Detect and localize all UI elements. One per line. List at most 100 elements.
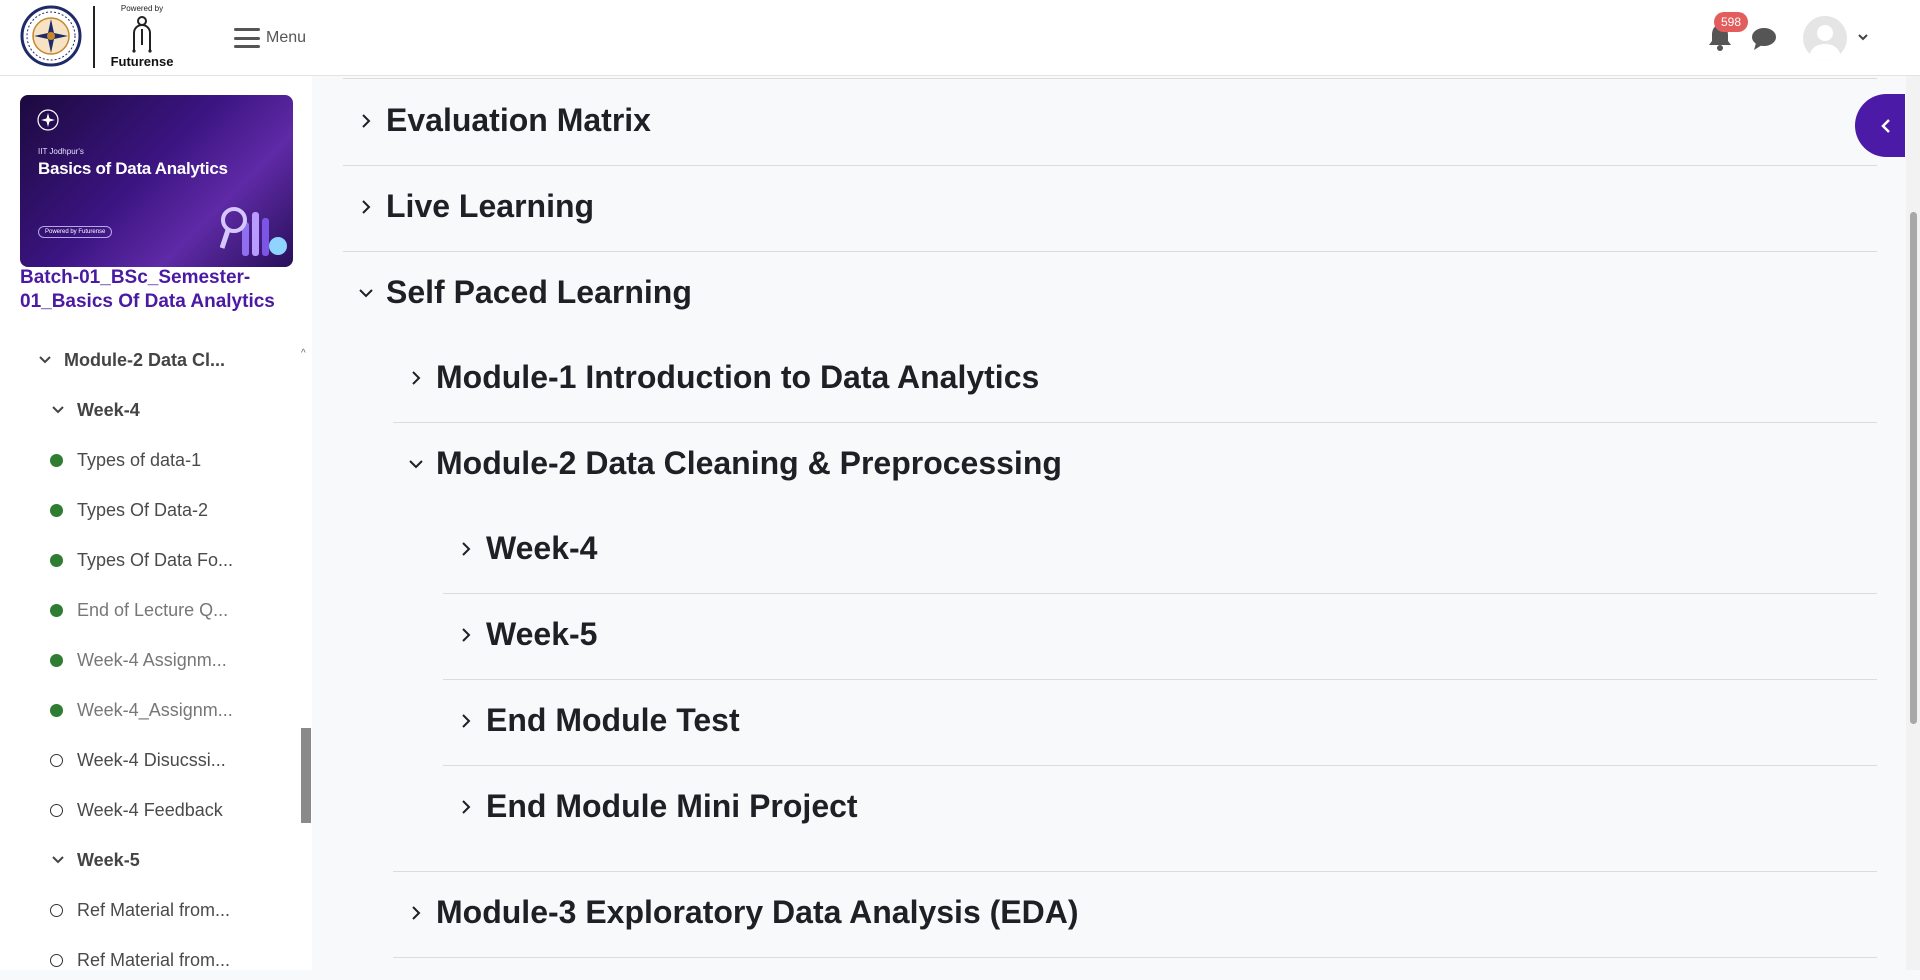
- sidebar-scroll-up-arrow[interactable]: ^: [301, 348, 306, 359]
- chevron-right-icon: [462, 799, 471, 814]
- completed-dot-icon: [50, 453, 63, 467]
- section-title: End Module Mini Project: [486, 788, 858, 824]
- sidebar-item-label: Week-4_Assignm...: [77, 699, 233, 720]
- section-live-learning[interactable]: Live Learning: [356, 188, 594, 225]
- sidebar-item-label: Week-4 Assignm...: [77, 649, 227, 670]
- sidebar-item-label: Module-2 Data Cl...: [64, 349, 226, 370]
- sidebar-item-module-2[interactable]: Module-2 Data Cl...: [0, 340, 300, 380]
- incomplete-circle-icon: [50, 753, 63, 767]
- notification-count-badge: 598: [1714, 12, 1749, 32]
- sidebar-scrollbar[interactable]: [301, 728, 311, 823]
- sidebar-item-label: Ref Material from...: [77, 949, 231, 970]
- divider: [443, 765, 1877, 766]
- powered-by-futurense[interactable]: Powered by Futurense: [108, 4, 176, 69]
- sidebar-item-label: Week-4 Feedback: [77, 799, 223, 820]
- completed-dot-icon: [50, 653, 63, 667]
- divider: [393, 871, 1877, 872]
- section-title: Evaluation Matrix: [386, 102, 651, 138]
- chevron-right-icon: [362, 199, 371, 214]
- course-content: Evaluation Matrix Live Learning Self Pac…: [343, 76, 1877, 970]
- chevron-right-icon: [362, 113, 371, 128]
- chevron-left-icon: [1881, 118, 1890, 133]
- sidebar-item-label: Types of data-1: [77, 449, 202, 470]
- sidebar-item-label: Week-4: [77, 399, 140, 420]
- incomplete-circle-icon: [50, 803, 63, 817]
- section-week-4[interactable]: Week-4: [456, 530, 597, 567]
- menu-label: Menu: [266, 29, 307, 46]
- powered-by-text: Powered by: [120, 4, 164, 13]
- banner-pill: Powered by Futurense: [38, 226, 113, 238]
- section-title: Week-5: [486, 616, 598, 652]
- user-avatar[interactable]: [1803, 16, 1847, 60]
- course-name-link[interactable]: Batch-01_BSc_Semester-01_Basics Of Data …: [20, 266, 300, 314]
- sidebar-item-week-4-discussion[interactable]: Week-4 Disucssi...: [0, 740, 300, 780]
- divider: [443, 593, 1877, 594]
- brand-name: Futurense: [110, 54, 174, 69]
- completed-dot-icon: [50, 703, 63, 717]
- divider: [343, 78, 1877, 79]
- futurense-logo-icon: [132, 16, 152, 53]
- section-title: Week-4: [486, 530, 598, 566]
- sidebar-item-ref-material-2[interactable]: Ref Material from...: [0, 940, 300, 980]
- chat-bubble-icon[interactable]: [1750, 26, 1778, 52]
- sidebar-item-week-4-assignment-2[interactable]: Week-4_Assignm...: [0, 690, 300, 730]
- sidebar-item-label: Week-4 Disucssi...: [77, 749, 226, 770]
- section-module-1[interactable]: Module-1 Introduction to Data Analytics: [406, 359, 1039, 396]
- completed-dot-icon: [50, 603, 63, 617]
- chevron-down-icon[interactable]: [1856, 30, 1870, 44]
- section-title: Module-3 Exploratory Data Analysis (EDA): [436, 894, 1079, 930]
- chevron-right-icon: [462, 713, 471, 728]
- section-end-module-mini-project[interactable]: End Module Mini Project: [456, 788, 858, 825]
- sidebar-item-types-of-data-formats[interactable]: Types Of Data Fo...: [0, 540, 300, 580]
- chevron-right-icon: [462, 627, 471, 642]
- section-week-5[interactable]: Week-5: [456, 616, 597, 653]
- section-self-paced-learning[interactable]: Self Paced Learning: [356, 274, 692, 311]
- top-navbar: Powered by Futurense Menu 598: [0, 0, 1920, 76]
- section-module-3[interactable]: Module-3 Exploratory Data Analysis (EDA): [406, 894, 1079, 931]
- sidebar-item-types-of-data-2[interactable]: Types Of Data-2: [0, 490, 300, 530]
- sidebar-item-label: Types Of Data Fo...: [77, 549, 234, 570]
- sidebar-item-week-4-feedback[interactable]: Week-4 Feedback: [0, 790, 300, 830]
- section-module-2[interactable]: Module-2 Data Cleaning & Preprocessing: [406, 445, 1062, 482]
- section-title: Module-1 Introduction to Data Analytics: [436, 359, 1040, 395]
- user-silhouette-icon: [1809, 25, 1841, 60]
- sidebar-item-types-of-data-1[interactable]: Types of data-1: [0, 440, 300, 480]
- banner-kicker: IIT Jodhpur's: [38, 147, 84, 156]
- chevron-down-icon: [359, 288, 373, 297]
- page-scrollbar-thumb[interactable]: [1910, 212, 1917, 724]
- chevron-down-icon: [39, 356, 51, 364]
- completed-dot-icon: [50, 503, 63, 517]
- sidebar-item-label: End of Lecture Q...: [77, 599, 229, 620]
- divider: [343, 251, 1877, 252]
- sidebar-item-label: Types Of Data-2: [77, 499, 209, 520]
- sidebar-item-week-5[interactable]: Week-5: [0, 840, 300, 880]
- course-index-drawer: IIT Jodhpur's Basics of Data Analytics P…: [0, 76, 312, 970]
- sidebar-item-week-4[interactable]: Week-4: [0, 390, 300, 430]
- chevron-down-icon: [52, 856, 64, 864]
- section-evaluation-matrix[interactable]: Evaluation Matrix: [356, 102, 651, 139]
- sidebar-item-label: Week-5: [77, 849, 140, 870]
- divider: [443, 679, 1877, 680]
- chevron-right-icon: [412, 370, 421, 385]
- sidebar-item-ref-material-1[interactable]: Ref Material from...: [0, 890, 300, 930]
- sidebar-item-label: Ref Material from...: [77, 899, 231, 920]
- iit-jodhpur-logo[interactable]: [20, 5, 82, 67]
- banner-title: Basics of Data Analytics: [38, 159, 228, 178]
- section-title: Live Learning: [386, 188, 595, 224]
- chevron-down-icon: [409, 459, 423, 468]
- chevron-right-icon: [462, 541, 471, 556]
- divider: [393, 422, 1877, 423]
- section-end-module-test[interactable]: End Module Test: [456, 702, 740, 739]
- sidebar-item-end-of-lecture-quiz[interactable]: End of Lecture Q...: [0, 590, 300, 630]
- section-title: Module-2 Data Cleaning & Preprocessing: [436, 445, 1062, 481]
- magnifier-chart-icon: [220, 207, 287, 256]
- incomplete-circle-icon: [50, 953, 63, 967]
- course-banner[interactable]: IIT Jodhpur's Basics of Data Analytics P…: [20, 95, 293, 267]
- logo-divider: [93, 6, 95, 68]
- divider: [393, 957, 1877, 958]
- menu-button[interactable]: Menu: [234, 24, 306, 52]
- hamburger-icon: [234, 26, 260, 50]
- sidebar-item-week-4-assignment[interactable]: Week-4 Assignm...: [0, 640, 300, 680]
- divider: [343, 165, 1877, 166]
- iit-seal-icon: [37, 109, 59, 131]
